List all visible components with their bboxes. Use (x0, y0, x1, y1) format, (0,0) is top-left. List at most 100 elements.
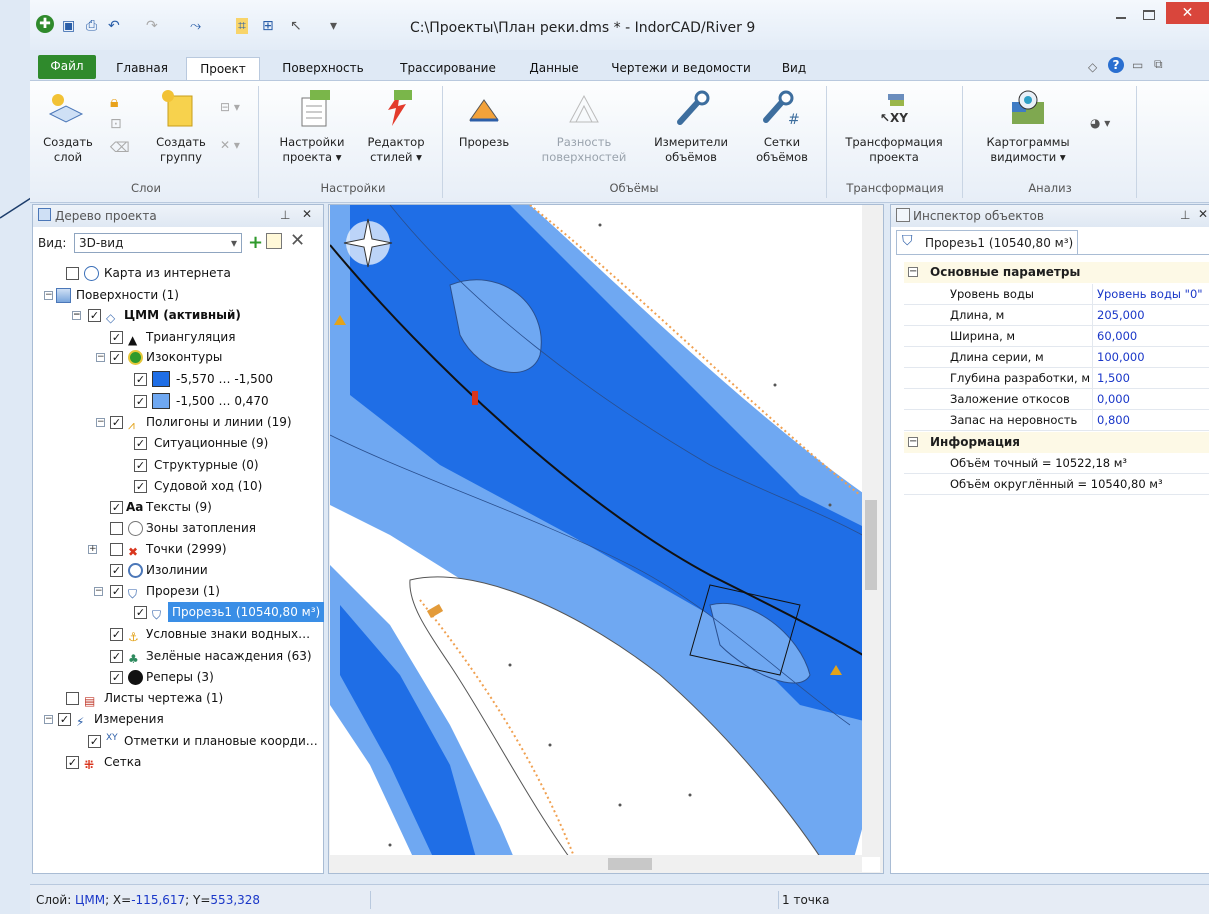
tree-item-isocontours[interactable]: − ✓ Изоконтуры (36, 347, 322, 367)
create-group-icon (162, 90, 193, 127)
lock-icon[interactable]: 🔒︎ (110, 92, 119, 112)
add-icon[interactable]: + (248, 232, 263, 253)
grid-tool-icon[interactable]: ⊞ (262, 18, 274, 34)
tree-item-measurements[interactable]: − ✓ ⚡ Измерения (36, 709, 322, 729)
tree-item-water-signs[interactable]: ✓ ⚓ Условные знаки водных… (36, 624, 322, 644)
tab-home[interactable]: Главная (108, 57, 176, 80)
section-info[interactable]: Информация (904, 432, 1209, 453)
prop-roughness-margin[interactable]: Запас на неровность 0,800 (904, 410, 1209, 431)
volume-meters-button[interactable]: Измерители объёмов (648, 135, 734, 165)
tree-item-structural[interactable]: ✓ Структурные (0) (36, 455, 322, 475)
close-button[interactable]: ✕ (1166, 2, 1209, 24)
tree-item-range-shallow[interactable]: ✓ -1,500 … 0,470 (36, 391, 322, 411)
pin-icon[interactable]: ⊥ (280, 208, 290, 222)
project-transform-button[interactable]: Трансформация проекта (836, 135, 952, 165)
clear-icon[interactable]: ⌫ (110, 140, 130, 156)
group-separator (826, 86, 827, 198)
cut-icon: ⛉ (902, 233, 913, 249)
prop-slope[interactable]: Заложение откосов 0,000 (904, 389, 1209, 410)
tree-item-triangulation[interactable]: ✓ ▲ Триангуляция (36, 327, 322, 347)
collapse-ribbon-icon[interactable]: ◇ (1088, 60, 1097, 74)
tab-drawings[interactable]: Чертежи и ведомости (596, 57, 766, 80)
visibility-maps-button[interactable]: Картограммы видимости ▾ (970, 135, 1086, 165)
tree-item-flood-zones[interactable]: Зоны затопления (36, 518, 322, 538)
cut-button[interactable]: Прорезь (452, 135, 516, 150)
prop-series-length[interactable]: Длина серии, м 100,000 (904, 347, 1209, 368)
delete-icon[interactable]: ✕ (290, 230, 305, 251)
prop-water-level[interactable]: Уровень воды Уровень воды "0" (904, 284, 1209, 305)
customize-qat-icon[interactable]: ▾ (330, 18, 337, 34)
undo-icon[interactable]: ↶ (108, 18, 120, 34)
print-icon[interactable]: ⎙ (86, 18, 97, 34)
tab-data[interactable]: Данные (518, 57, 590, 80)
tree-item-situational[interactable]: ✓ Ситуационные (9) (36, 433, 322, 453)
inspector-object-tab[interactable]: Прорезь1 (10540,80 м³) (896, 230, 1078, 254)
tree-item-marks-coords[interactable]: ✓ XY Отметки и плановые коорди… (36, 731, 322, 751)
tree-item-greenery[interactable]: ✓ ♣ Зелёные насаждения (63) (36, 646, 322, 666)
view-select[interactable]: 3D-вид ▾ (74, 233, 242, 253)
tree-item-texts[interactable]: ✓ Aa Тексты (9) (36, 497, 322, 517)
map-vscrollbar[interactable] (862, 205, 880, 857)
tab-routing[interactable]: Трассирование (386, 57, 510, 80)
tree-item-drawing-sheets[interactable]: ▤ Листы чертежа (1) (36, 688, 322, 708)
pointer-icon[interactable]: ↖ (290, 18, 302, 34)
create-group-button[interactable]: Создать группу (150, 135, 212, 165)
tree-item-fairway[interactable]: ✓ Судовой ход (10) (36, 476, 322, 496)
style-editor-button[interactable]: Редактор стилей ▾ (360, 135, 432, 165)
tab-view[interactable]: Вид (772, 57, 816, 80)
maximize-button[interactable] (1138, 8, 1160, 24)
polygons-icon: ⩘ (128, 418, 135, 432)
tree-item-isolines[interactable]: ✓ Изолинии (36, 560, 322, 580)
help-icon[interactable]: ? (1108, 57, 1124, 73)
restore-icon[interactable]: ⧉ (1154, 57, 1163, 72)
properties-icon[interactable] (266, 233, 282, 249)
tree-item-benchmarks[interactable]: ✓ Реперы (3) (36, 667, 322, 687)
app-logo-icon[interactable]: ✚ (36, 15, 54, 33)
pin-icon[interactable]: ⊥ (1180, 208, 1190, 222)
panel-close-icon[interactable]: ✕ (302, 207, 312, 221)
collapse-icon[interactable]: − (908, 267, 918, 277)
river-map (330, 205, 880, 872)
tree-item-cuts[interactable]: − ✓ ⛉ Прорези (1) (36, 581, 322, 601)
unlock-icon[interactable]: ⊡ (110, 116, 122, 132)
tree-item-surfaces[interactable]: − Поверхности (1) (36, 285, 322, 305)
group-label-transform: Трансформация (846, 181, 944, 195)
prop-length[interactable]: Длина, м 205,000 (904, 305, 1209, 326)
tab-project[interactable]: Проект (186, 57, 260, 80)
tree-item-internet-map[interactable]: Карта из интернета (36, 263, 322, 283)
cut-icon: ⛉ (152, 608, 162, 622)
group-delete-icon[interactable]: ✕ ▾ (220, 138, 240, 152)
map-canvas[interactable] (330, 205, 880, 872)
collapse-icon[interactable]: − (908, 437, 918, 447)
map-hscrollbar[interactable] (330, 855, 862, 873)
panel-close-icon[interactable]: ✕ (1198, 207, 1208, 221)
tree-panel-icon (38, 208, 51, 221)
prop-width[interactable]: Ширина, м 60,000 (904, 326, 1209, 347)
minimize-button[interactable] (1110, 8, 1132, 24)
tab-surface[interactable]: Поверхность (270, 57, 376, 80)
volume-grids-button[interactable]: Сетки объёмов (748, 135, 816, 165)
analysis-extra-icon[interactable]: ◕ ▾ (1090, 116, 1110, 130)
tab-file[interactable]: Файл (38, 55, 96, 79)
grid-icon: ⁜ (84, 758, 95, 772)
restore-min-icon[interactable]: ▭ (1132, 58, 1143, 72)
section-main-params[interactable]: Основные параметры (904, 262, 1209, 283)
create-layer-button[interactable]: Создать слой (40, 135, 96, 165)
inspector-header: Инспектор объектов (891, 205, 1209, 227)
project-settings-button[interactable]: Настройки проекта ▾ (272, 135, 352, 165)
tree-item-cut1[interactable]: ✓ ⛉ Прорезь1 (10540,80 м³) (36, 602, 325, 622)
tree-item-grid[interactable]: ✓ ⁜ Сетка (36, 752, 322, 772)
tree-item-points[interactable]: + ✖ Точки (2999) (36, 539, 322, 559)
snap-tool-icon[interactable]: ⌗ (236, 18, 248, 34)
group-label-analysis: Анализ (1028, 181, 1072, 195)
surface-diff-button[interactable]: Разность поверхностей (534, 135, 634, 165)
tree-item-dtm[interactable]: − ✓ ◇ ЦММ (активный) (36, 305, 322, 325)
node-tool-icon[interactable]: ⤳ (190, 18, 201, 34)
tree-item-polygons[interactable]: − ✓ ⩘ Полигоны и линии (19) (36, 412, 322, 432)
save-icon[interactable]: ▣ (62, 18, 75, 34)
redo-icon[interactable]: ↷ (146, 18, 158, 34)
cut-icon: ⛉ (128, 587, 138, 601)
prop-dredge-depth[interactable]: Глубина разработки, м 1,500 (904, 368, 1209, 389)
group-move-icon[interactable]: ⊟ ▾ (220, 100, 240, 114)
tree-item-range-deep[interactable]: ✓ -5,570 … -1,500 (36, 369, 322, 389)
